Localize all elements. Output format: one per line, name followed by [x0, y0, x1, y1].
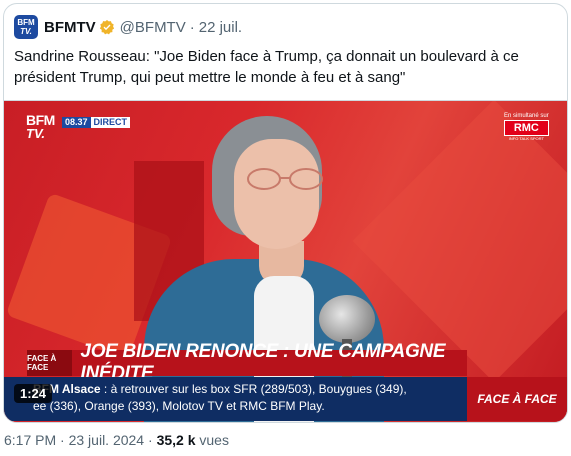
verified-badge-icon — [99, 20, 114, 35]
microphone-icon — [319, 295, 375, 343]
tweet-date[interactable]: 22 juil. — [199, 19, 242, 36]
avatar-line-2: TV. — [20, 27, 32, 36]
glasses-icon — [247, 168, 323, 190]
avatar[interactable]: BFM TV. — [14, 15, 38, 39]
face-a-face-tag: FACE À FACE — [27, 350, 73, 376]
post-time[interactable]: 6:17 PM — [4, 432, 56, 448]
post-date[interactable]: 23 juil. 2024 — [69, 432, 145, 448]
tweet-text: Sandrine Rousseau: "Joe Biden face à Tru… — [14, 48, 519, 86]
live-badge: 08.37 DIRECT — [62, 117, 131, 128]
bfmtv-logo-line-1: BFM — [26, 112, 55, 128]
tweet-header: BFM TV. BFMTV @BFMTV · 22 juil. — [14, 14, 242, 40]
footer-separator: · — [56, 432, 69, 448]
face-a-face-program-label: FACE À FACE — [467, 377, 567, 421]
rmc-logo: En simultané sur RMC INFO TALK SPORT — [504, 113, 549, 141]
account-handle[interactable]: @BFMTV — [120, 19, 186, 36]
avatar-line-1: BFM — [17, 18, 35, 27]
ticker-line-1-text: : à retrouver sur les box SFR (289/503),… — [100, 382, 407, 396]
live-label: DIRECT — [90, 117, 131, 128]
rmc-tagline: INFO TALK SPORT — [508, 136, 544, 141]
video-player[interactable]: BFM TV. 08.37 DIRECT En simultané sur RM… — [4, 100, 567, 422]
headline-bar: FACE À FACE JOE BIDEN RENONCE : UNE CAMP… — [27, 341, 467, 384]
video-duration: 1:24 — [14, 384, 53, 403]
header-separator: · — [189, 18, 195, 36]
speaker-face — [234, 139, 319, 249]
ticker-line-2: ee (336), Orange (393), Molotov TV et RM… — [33, 399, 325, 413]
broadcast-time: 08.37 — [62, 117, 91, 128]
footer-separator: · — [144, 432, 157, 448]
ticker-line-1: BFM Alsace : à retrouver sur les box SFR… — [33, 382, 407, 396]
rmc-simulcast-label: En simultané sur — [504, 113, 549, 119]
rmc-logo-text: RMC — [504, 120, 549, 136]
tweet-footer: 6:17 PM · 23 juil. 2024 · 35,2 k vues — [4, 432, 229, 448]
account-name[interactable]: BFMTV — [44, 19, 96, 36]
views-label: vues — [195, 432, 229, 448]
tweet-card[interactable]: BFM TV. BFMTV @BFMTV · 22 juil. Sandrine… — [3, 3, 568, 423]
views-count[interactable]: 35,2 k — [157, 432, 196, 448]
bfmtv-logo: BFM TV. — [26, 113, 55, 141]
news-ticker: BFM Alsace : à retrouver sur les box SFR… — [4, 377, 467, 421]
bfmtv-logo-line-2: TV. — [26, 126, 46, 141]
